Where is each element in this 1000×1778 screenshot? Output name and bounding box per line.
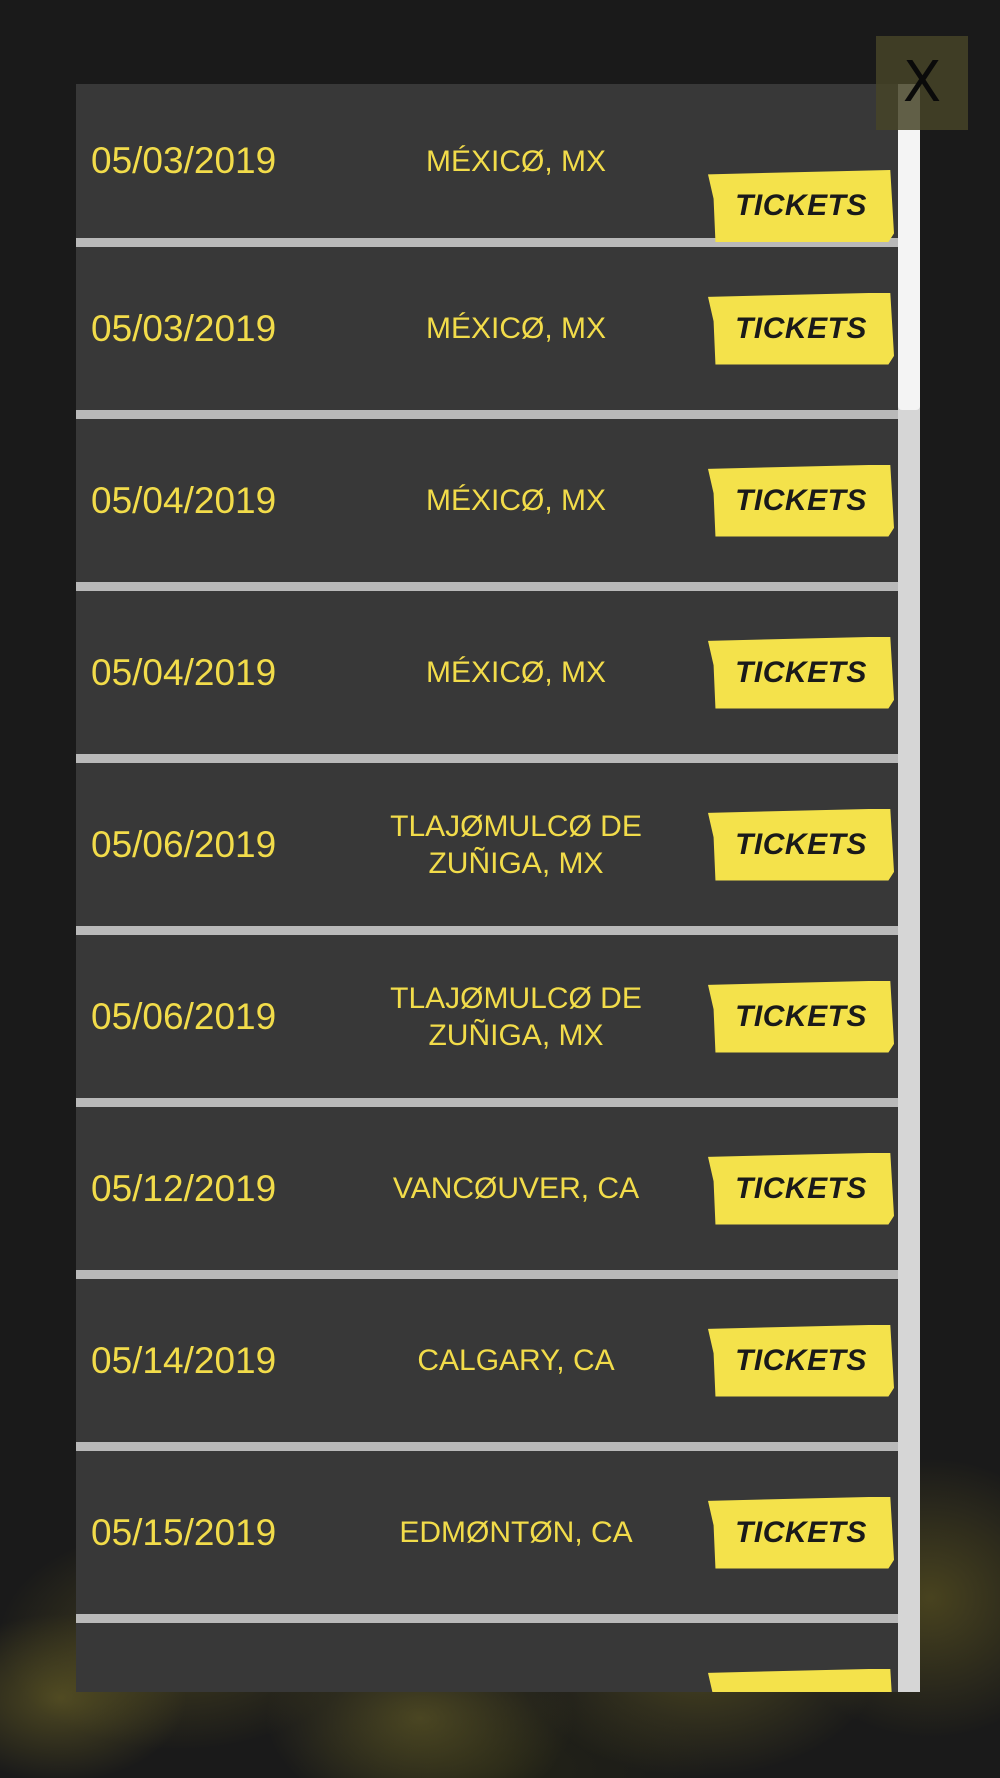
tour-city: TLAJØMULCØ DE ZUÑIGA, MX <box>390 981 642 1052</box>
tour-city: MÉXICØ, MX <box>425 484 606 517</box>
tour-city: EDMØNTØN, CA <box>399 1516 633 1549</box>
tickets-button[interactable]: TICKETS <box>708 292 894 365</box>
tour-city <box>356 1623 676 1692</box>
tour-date-row: 05/15/2019 EDMØNTØN, CA TICKETS <box>76 1451 898 1623</box>
tickets-button[interactable]: TICKETS <box>708 464 894 537</box>
scrollbar[interactable] <box>898 84 920 1692</box>
tour-date-row: 05/14/2019 CALGARY, CA TICKETS <box>76 1279 898 1451</box>
tickets-button[interactable]: TICKETS <box>708 170 894 242</box>
tour-city: MÉXICØ, MX <box>425 656 606 689</box>
tour-city: MÉXICØ, MX <box>425 144 606 178</box>
tour-city: VANCØUVER, CA <box>392 1172 640 1205</box>
tour-date: 05/06/2019 <box>91 995 277 1037</box>
tour-date-row: 05/06/2019 TLAJØMULCØ DE ZUÑIGA, MX TICK… <box>76 763 898 935</box>
tickets-button[interactable] <box>708 1668 894 1692</box>
tour-city: MÉXICØ, MX <box>425 312 606 345</box>
tour-date-row: 05/03/2019 MÉXICØ, MX TICKETS <box>76 84 898 247</box>
tour-date-row: 05/12/2019 VANCØUVER, CA TICKETS <box>76 1107 898 1279</box>
tour-date: 05/03/2019 <box>91 140 277 181</box>
tour-date-row <box>76 1623 898 1692</box>
tour-date: 05/12/2019 <box>91 1167 277 1209</box>
close-button[interactable]: X <box>876 36 968 130</box>
tour-city: CALGARY, CA <box>417 1344 615 1377</box>
scrollbar-thumb[interactable] <box>898 84 920 410</box>
tour-date-row: 05/04/2019 MÉXICØ, MX TICKETS <box>76 591 898 763</box>
tour-date: 05/04/2019 <box>91 651 277 693</box>
tour-date-row: 05/03/2019 MÉXICØ, MX TICKETS <box>76 247 898 419</box>
tickets-button[interactable]: TICKETS <box>708 1496 894 1569</box>
tickets-button[interactable]: TICKETS <box>708 636 894 709</box>
tour-date: 05/14/2019 <box>91 1339 277 1381</box>
tour-city: TLAJØMULCØ DE ZUÑIGA, MX <box>390 809 642 880</box>
tickets-button[interactable]: TICKETS <box>708 808 894 881</box>
tour-date: 05/04/2019 <box>91 479 277 521</box>
tour-dates-modal: 05/03/2019 MÉXICØ, MX TICKETS 05/03/2019… <box>76 84 898 1692</box>
tour-date-row: 05/06/2019 TLAJØMULCØ DE ZUÑIGA, MX TICK… <box>76 935 898 1107</box>
tour-date: 05/06/2019 <box>91 823 277 865</box>
tickets-button[interactable]: TICKETS <box>708 1152 894 1225</box>
tour-date-row: 05/04/2019 MÉXICØ, MX TICKETS <box>76 419 898 591</box>
close-icon: X <box>902 50 942 115</box>
tickets-button[interactable]: TICKETS <box>708 1324 894 1397</box>
tickets-button[interactable]: TICKETS <box>708 980 894 1053</box>
tour-date: 05/15/2019 <box>91 1511 277 1553</box>
tour-date: 05/03/2019 <box>91 307 277 349</box>
